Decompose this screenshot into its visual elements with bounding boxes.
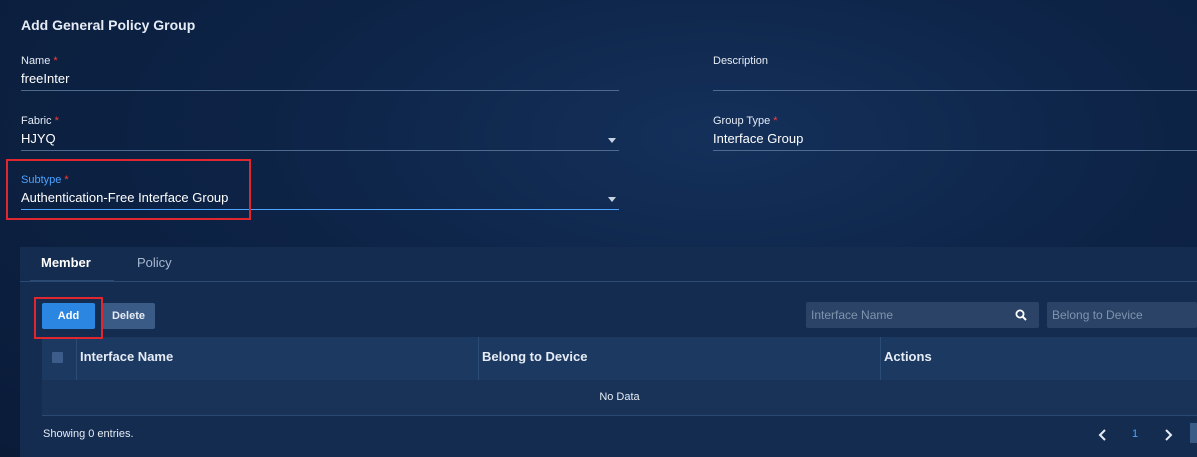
description-label: Description (713, 55, 769, 67)
fabric-value[interactable]: HJYQ (21, 131, 56, 147)
chevron-down-icon[interactable] (608, 138, 616, 143)
member-panel: Member Policy Add Delete Interface Name … (20, 247, 1197, 457)
tab-member[interactable]: Member (41, 255, 91, 270)
page-title: Add General Policy Group (21, 17, 196, 33)
column-divider (880, 337, 881, 380)
name-input[interactable]: freeInter (21, 71, 69, 87)
group-type-value: Interface Group (713, 131, 804, 146)
device-placeholder: Belong to Device (1052, 308, 1143, 322)
group-type-field: Group Type * Interface Group (713, 114, 1197, 154)
tab-policy[interactable]: Policy (137, 255, 172, 270)
next-page-icon[interactable] (1162, 428, 1174, 442)
column-divider (76, 337, 77, 380)
tab-bar: Member Policy (20, 247, 1197, 282)
active-tab-indicator (30, 280, 114, 282)
name-label: Name * (21, 55, 58, 67)
chevron-down-icon[interactable] (608, 197, 616, 202)
column-interface-name[interactable]: Interface Name (80, 337, 173, 380)
column-divider (478, 337, 479, 380)
name-field[interactable]: Name * freeInter (21, 54, 619, 94)
page-size-select[interactable] (1190, 423, 1197, 443)
interface-name-placeholder: Interface Name (811, 308, 894, 322)
fabric-underline (21, 150, 619, 151)
search-icon[interactable] (1015, 309, 1027, 321)
subtype-highlight-box (6, 159, 251, 220)
column-actions: Actions (884, 349, 932, 364)
table-body: No Data (42, 380, 1197, 416)
fabric-label: Fabric * (21, 115, 59, 127)
select-all-checkbox[interactable] (52, 352, 63, 363)
entries-count: Showing 0 entries. (43, 428, 134, 440)
group-type-label: Group Type * (713, 115, 778, 127)
description-field[interactable]: Description (713, 54, 1197, 94)
group-type-underline (713, 150, 1197, 151)
current-page-number[interactable]: 1 (1132, 428, 1138, 440)
table-header: Interface Name Belong to Device Actions (42, 337, 1197, 380)
name-underline (21, 90, 619, 91)
interface-name-search[interactable]: Interface Name (806, 302, 1039, 328)
fabric-select[interactable]: Fabric * HJYQ (21, 114, 619, 154)
add-highlight-box (34, 297, 103, 339)
delete-button[interactable]: Delete (102, 303, 155, 329)
previous-page-icon[interactable] (1097, 428, 1109, 442)
description-underline (713, 90, 1197, 91)
column-belong-to-device[interactable]: Belong to Device (482, 337, 587, 380)
device-search[interactable]: Belong to Device (1047, 302, 1197, 328)
empty-state-text: No Data (599, 391, 640, 403)
